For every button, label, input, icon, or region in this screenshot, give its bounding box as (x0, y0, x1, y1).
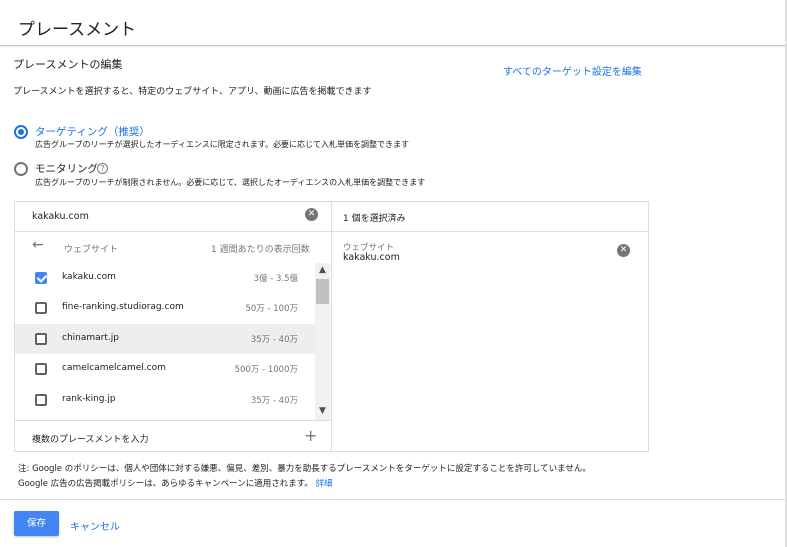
scrollbar-thumb[interactable] (316, 279, 329, 304)
chevron-up-icon[interactable]: ▲ (316, 265, 329, 275)
policy-note: 注: Google のポリシーは、個人や団体に対する嫌悪、偏見、差別、暴力を助長… (18, 464, 591, 474)
checkbox[interactable] (35, 302, 47, 314)
edit-all-targeting-link[interactable]: すべてのターゲット設定を編集 (503, 63, 642, 78)
chevron-down-icon[interactable]: ▼ (316, 406, 329, 416)
policy-note-text: Google 広告の広告掲載ポリシーは、あらゆるキャンペーンに適用されます。 (18, 479, 313, 489)
result-row[interactable]: rank-king.jp 35万 - 40万 (15, 385, 315, 415)
column-header-website: ウェブサイト (64, 245, 119, 255)
result-row[interactable]: fine-ranking.studiorag.com 50万 - 100万 (15, 293, 315, 323)
result-impressions: 35万 - 40万 (250, 396, 298, 406)
clear-search-icon[interactable]: ✕ (305, 208, 318, 221)
details-link[interactable]: 詳細 (316, 479, 333, 489)
result-site-name: chinamart.jp (62, 333, 119, 343)
targeting-radio-help: 広告グループのリーチが選択したオーディエンスに限定されます。必要に応じて入札単価… (35, 140, 409, 149)
checkbox-checked[interactable] (35, 272, 47, 284)
monitoring-radio-help: 広告グループのリーチが制限されません。必要に応じて、選択したオーディエンスの入札… (35, 178, 426, 187)
selected-item-value: kakaku.com (343, 252, 400, 263)
result-impressions: 3億 - 3.5億 (253, 274, 298, 284)
footer-divider (0, 499, 787, 500)
checkbox[interactable] (35, 394, 47, 406)
checkbox[interactable] (35, 363, 47, 375)
result-site-name: rank-king.jp (62, 394, 116, 404)
result-impressions: 500万 - 1000万 (234, 365, 298, 375)
selected-count: 1 個を選択済み (343, 214, 406, 224)
list-footer-divider (15, 420, 331, 421)
multi-placement-input[interactable]: 複数のプレースメントを入力 (32, 432, 149, 445)
result-impressions: 35万 - 40万 (250, 335, 298, 345)
checkbox[interactable] (35, 333, 47, 345)
policy-note-2: Google 広告の広告掲載ポリシーは、あらゆるキャンペーンに適用されます。 詳… (18, 477, 333, 489)
targeting-radio-label[interactable]: ターゲティング（推奨） (35, 124, 150, 139)
save-button[interactable]: 保存 (14, 511, 59, 536)
monitoring-radio-label[interactable]: モニタリング (35, 161, 98, 176)
result-site-name: kakaku.com (62, 272, 116, 282)
help-circle-icon[interactable]: ? (97, 163, 108, 174)
targeting-radio[interactable] (14, 125, 28, 139)
result-row[interactable]: camelcamelcamel.com 500万 - 1000万 (15, 354, 315, 384)
panel-divider (331, 201, 332, 452)
monitoring-radio[interactable] (14, 162, 28, 176)
plus-icon[interactable]: + (304, 426, 317, 445)
section-heading: プレースメントの編集 (13, 58, 123, 71)
column-header-impressions: 1 週間あたりの表示回数 (211, 245, 310, 255)
result-site-name: camelcamelcamel.com (62, 363, 166, 373)
result-row[interactable]: kakaku.com 3億 - 3.5億 (15, 263, 315, 293)
panel-header-divider (15, 231, 649, 232)
page-title: プレースメント (18, 20, 137, 40)
result-site-name: fine-ranking.studiorag.com (62, 302, 184, 312)
arrow-back-icon[interactable]: ← (32, 237, 44, 253)
cancel-button[interactable]: キャンセル (70, 518, 120, 533)
remove-selected-icon[interactable]: ✕ (617, 244, 630, 257)
section-description: プレースメントを選択すると、特定のウェブサイト、アプリ、動画に広告を掲載できます (13, 87, 372, 97)
result-row[interactable]: chinamart.jp 35万 - 40万 (15, 324, 315, 354)
search-input[interactable]: kakaku.com (32, 211, 89, 222)
result-impressions: 50万 - 100万 (245, 304, 298, 314)
